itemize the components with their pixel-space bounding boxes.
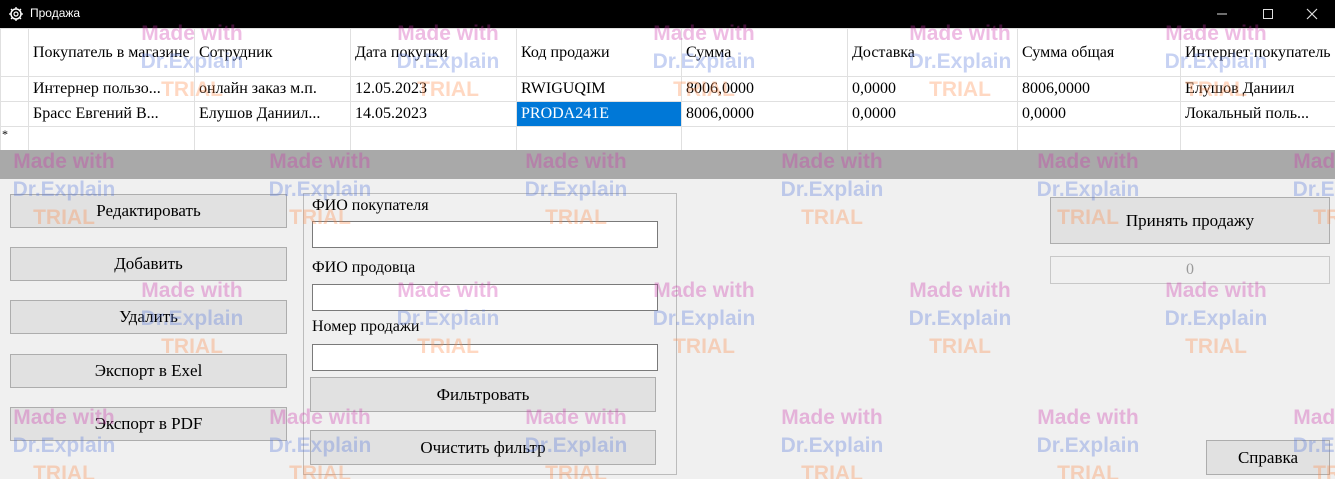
minimize-button[interactable] [1199,0,1245,28]
column-header-employee[interactable]: Сотрудник [194,28,351,77]
column-header-sum[interactable]: Сумма [681,28,848,77]
close-button[interactable] [1289,0,1335,28]
table-cell[interactable]: Интернер пользо... [28,76,195,102]
table-cell[interactable]: 12.05.2023 [350,76,517,102]
table-cell[interactable]: Елушов Даниил [1180,76,1335,102]
window-title: Продажа [30,6,81,20]
table-row[interactable]: Брасс Евгений В... Елушов Даниил... 14.0… [0,101,1335,127]
watermark-line: Dr.Explain [780,178,884,201]
maximize-button[interactable] [1245,0,1291,28]
watermark-line: Made with [909,279,1011,302]
edit-button[interactable]: Редактировать [10,194,287,228]
table-cell[interactable]: 14.05.2023 [350,101,517,127]
sale-number-label: Номер продажи [312,318,420,335]
watermark-line: Made with [1037,406,1139,429]
watermark-line: Made with [781,406,883,429]
watermark-line: Made with [1293,406,1335,429]
table-cell[interactable] [1017,126,1181,151]
grid-empty-area [0,150,1335,179]
add-button[interactable]: Добавить [10,247,287,281]
export-pdf-button[interactable]: Экспорт в PDF [10,407,287,441]
watermark-line: TRIAL [1057,462,1119,479]
sales-grid[interactable]: Покупатель в магазине Сотрудник Дата пок… [0,28,1335,151]
watermark-line: TRIAL [929,335,991,358]
seller-name-input[interactable] [312,284,658,311]
table-cell-selected[interactable]: PRODA241E [516,101,682,127]
table-cell[interactable] [28,126,195,151]
watermark-line: TRIAL [801,462,863,479]
watermark-line: TRIAL [801,206,863,229]
filter-button[interactable]: Фильтровать [310,377,656,412]
column-header-rowhead[interactable] [0,28,29,77]
minimize-icon [1217,13,1227,15]
watermark-line: Dr.Explain [908,307,1012,330]
clear-filter-button[interactable]: Очистить фильтр [310,430,656,465]
new-row-marker: * [0,126,29,151]
row-header[interactable] [0,101,29,127]
title-bar: Продажа [0,0,1335,28]
table-cell[interactable]: 8006,0000 [681,101,848,127]
watermark-text: Made with Dr.Explain TRIAL [768,404,896,479]
watermark-line: TRIAL [1185,335,1247,358]
table-cell[interactable]: 0,0000 [847,76,1018,102]
table-cell[interactable] [350,126,517,151]
delete-button[interactable]: Удалить [10,300,287,334]
table-cell[interactable]: 8006,0000 [1017,76,1181,102]
export-excel-button[interactable]: Экспорт в Exel [10,354,287,388]
watermark-line: Dr.Explain [780,434,884,457]
watermark-line: Dr.Explain [1036,434,1140,457]
table-cell[interactable]: Брасс Евгений В... [28,101,195,127]
watermark-line: Dr.Explain [1164,307,1268,330]
table-cell[interactable] [516,126,682,151]
column-header-date[interactable]: Дата покупки [350,28,517,77]
watermark-text: Made with Dr.Explain TRIAL [896,277,1024,361]
table-row[interactable]: Интернер пользо... онлайн заказ м.п. 12.… [0,76,1335,102]
buyer-name-input[interactable] [312,221,658,248]
table-cell[interactable] [847,126,1018,151]
seller-name-label: ФИО продовца [312,259,416,276]
maximize-icon [1263,9,1273,19]
table-cell[interactable] [1180,126,1335,151]
table-cell[interactable]: RWIGUQIM [516,76,682,102]
row-header[interactable] [0,76,29,102]
buyer-name-label: ФИО покупателя [312,197,429,214]
column-header-sale-code[interactable]: Код продажи [516,28,682,77]
table-cell[interactable]: 0,0000 [1017,101,1181,127]
column-header-internet-buyer[interactable]: Интернет покупатель [1180,28,1335,77]
table-cell[interactable] [194,126,351,151]
column-header-buyer[interactable]: Покупатель в магазине [28,28,195,77]
sale-number-input[interactable] [312,344,658,371]
grid-header-row: Покупатель в магазине Сотрудник Дата пок… [0,28,1335,77]
table-cell[interactable]: Локальный поль... [1180,101,1335,127]
table-cell[interactable]: Елушов Даниил... [194,101,351,127]
gear-app-icon [9,7,23,21]
watermark-text: Made with Dr.Explain TRIAL [1024,404,1152,479]
column-header-delivery[interactable]: Доставка [847,28,1018,77]
help-button[interactable]: Справка [1206,440,1330,475]
new-row[interactable]: * [0,126,1335,151]
table-cell[interactable]: онлайн заказ м.п. [194,76,351,102]
table-cell[interactable]: 0,0000 [847,101,1018,127]
table-cell[interactable]: 8006,0000 [681,76,848,102]
table-cell[interactable] [681,126,848,151]
counter-field: 0 [1050,256,1330,284]
accept-sale-button[interactable]: Принять продажу [1050,197,1330,244]
close-icon [1306,8,1318,20]
column-header-total[interactable]: Сумма общая [1017,28,1181,77]
watermark-line: TRIAL [33,462,95,479]
watermark-text: Made withDr.ExplainTRIAL [1152,277,1280,361]
